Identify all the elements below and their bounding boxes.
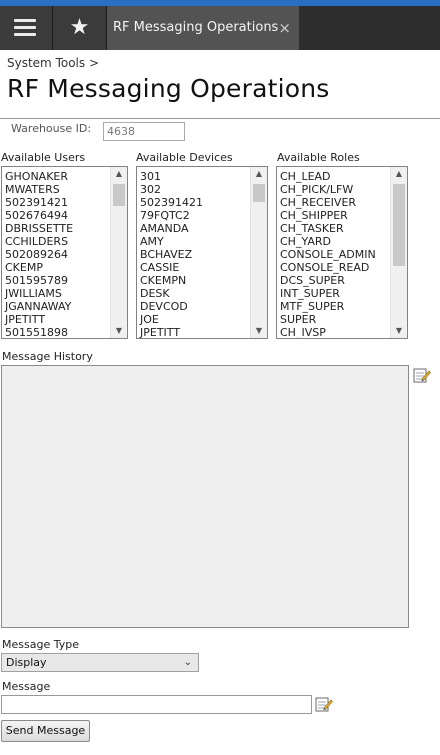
- list-item[interactable]: JWILLIAMS: [5, 287, 73, 300]
- list-item[interactable]: CH_YARD: [280, 235, 376, 248]
- devices-scrollbar[interactable]: ▲ ▼: [250, 167, 267, 338]
- list-item[interactable]: 502391421: [140, 196, 203, 209]
- list-item[interactable]: JOE: [140, 313, 203, 326]
- message-history-area[interactable]: [1, 365, 409, 628]
- scroll-thumb[interactable]: [253, 184, 265, 202]
- list-item[interactable]: CH_RECEIVER: [280, 196, 376, 209]
- list-item[interactable]: 502391421: [5, 196, 73, 209]
- roles-scrollbar[interactable]: ▲ ▼: [390, 167, 407, 338]
- warehouse-id-label: Warehouse ID:: [11, 122, 92, 135]
- available-devices-label: Available Devices: [136, 151, 233, 164]
- list-item[interactable]: DEVCOD: [140, 300, 203, 313]
- list-item[interactable]: CH_SHIPPER: [280, 209, 376, 222]
- list-item[interactable]: CH_LEAD: [280, 170, 376, 183]
- list-item[interactable]: CKEMPN: [140, 274, 203, 287]
- close-icon[interactable]: ×: [278, 6, 291, 50]
- list-item[interactable]: CH_PICK/LFW: [280, 183, 376, 196]
- scroll-thumb[interactable]: [393, 184, 405, 266]
- available-users-listbox[interactable]: GHONAKER MWATERS 502391421 502676494 DBRISSE…: [1, 166, 128, 339]
- message-history-label: Message History: [2, 350, 93, 363]
- list-item[interactable]: CCHILDERS: [5, 235, 73, 248]
- message-input[interactable]: [1, 695, 312, 714]
- list-item[interactable]: 302: [140, 183, 203, 196]
- list-item[interactable]: JPETITT: [140, 326, 203, 338]
- tab-rf-messaging-operations[interactable]: RF Messaging Operations ×: [107, 6, 299, 50]
- page-title: RF Messaging Operations: [7, 74, 330, 103]
- edit-note-icon[interactable]: [413, 367, 431, 383]
- edit-note-icon[interactable]: [315, 696, 333, 712]
- scroll-down-icon[interactable]: ▼: [391, 324, 407, 338]
- message-type-label: Message Type: [2, 638, 79, 651]
- list-item[interactable]: MWATERS: [5, 183, 73, 196]
- scroll-thumb[interactable]: [113, 184, 125, 206]
- available-roles-label: Available Roles: [277, 151, 360, 164]
- available-devices-listbox[interactable]: 301 302 502391421 79FQTC2 AMANDA AMY BCHAVEZ CA…: [136, 166, 268, 339]
- favorites-button[interactable]: ★: [53, 6, 107, 50]
- scroll-up-icon[interactable]: ▲: [111, 167, 127, 181]
- list-item[interactable]: 79FQTC2: [140, 209, 203, 222]
- available-roles-listbox[interactable]: CH_LEAD CH_PICK/LFW CH_RECEIVER CH_SHIPPER C…: [276, 166, 408, 339]
- list-item[interactable]: DESK: [140, 287, 203, 300]
- list-item[interactable]: DCS_SUPER: [280, 274, 376, 287]
- list-item[interactable]: INT_SUPER: [280, 287, 376, 300]
- message-type-select[interactable]: Display ⌄: [1, 653, 199, 672]
- chevron-down-icon: ⌄: [183, 657, 192, 668]
- list-item[interactable]: 501595789: [5, 274, 73, 287]
- users-scrollbar[interactable]: ▲ ▼: [110, 167, 127, 338]
- breadcrumb[interactable]: System Tools >: [7, 56, 99, 70]
- title-divider: [0, 118, 440, 119]
- list-item[interactable]: AMANDA: [140, 222, 203, 235]
- list-item[interactable]: AMY: [140, 235, 203, 248]
- scroll-down-icon[interactable]: ▼: [251, 324, 267, 338]
- list-item[interactable]: CONSOLE_ADMIN: [280, 248, 376, 261]
- scroll-up-icon[interactable]: ▲: [251, 167, 267, 181]
- list-item[interactable]: CH_IVSP: [280, 326, 376, 338]
- list-item[interactable]: 301: [140, 170, 203, 183]
- list-item[interactable]: 501551898: [5, 326, 73, 338]
- menu-button[interactable]: [0, 6, 53, 50]
- message-label: Message: [2, 680, 51, 693]
- scroll-down-icon[interactable]: ▼: [111, 324, 127, 338]
- list-item[interactable]: SUPER: [280, 313, 376, 326]
- available-users-label: Available Users: [1, 151, 86, 164]
- list-item[interactable]: JPETITT: [5, 313, 73, 326]
- list-item[interactable]: MTF_SUPER: [280, 300, 376, 313]
- list-item[interactable]: BCHAVEZ: [140, 248, 203, 261]
- scroll-up-icon[interactable]: ▲: [391, 167, 407, 181]
- list-item[interactable]: CH_TASKER: [280, 222, 376, 235]
- list-item[interactable]: GHONAKER: [5, 170, 73, 183]
- list-item[interactable]: CKEMP: [5, 261, 73, 274]
- list-item[interactable]: CONSOLE_READ: [280, 261, 376, 274]
- message-type-value: Display: [6, 656, 47, 669]
- list-item[interactable]: JGANNAWAY: [5, 300, 73, 313]
- star-icon: ★: [69, 15, 90, 40]
- list-item[interactable]: DBRISSETTE: [5, 222, 73, 235]
- list-item[interactable]: 502089264: [5, 248, 73, 261]
- tab-label: RF Messaging Operations: [113, 20, 279, 35]
- list-item[interactable]: 502676494: [5, 209, 73, 222]
- send-message-button[interactable]: Send Message: [1, 720, 90, 742]
- list-item[interactable]: CASSIE: [140, 261, 203, 274]
- warehouse-id-field[interactable]: [103, 122, 185, 141]
